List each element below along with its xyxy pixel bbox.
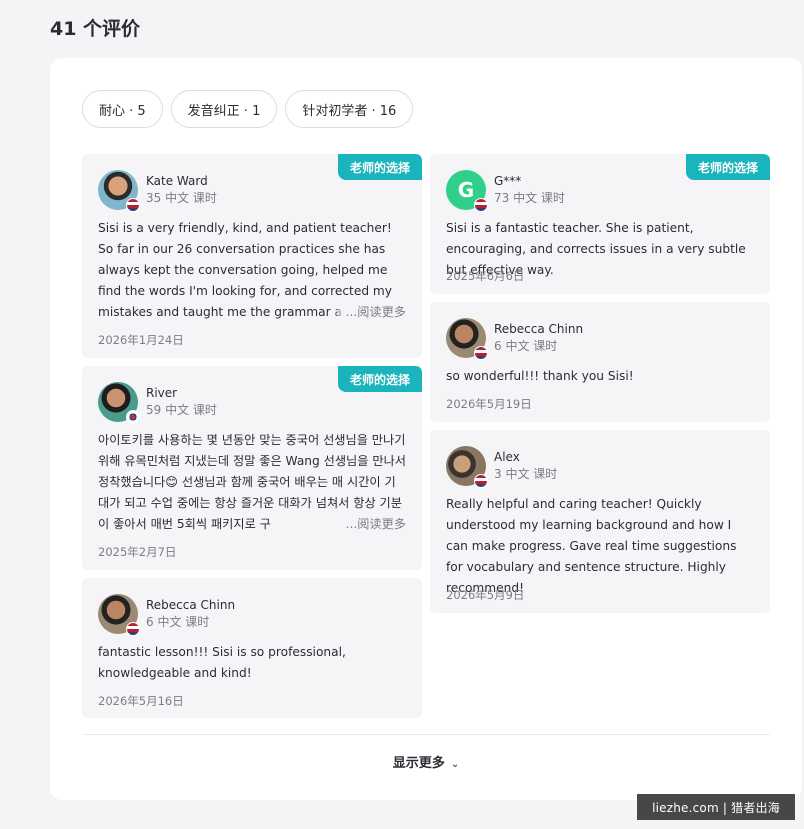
us-flag-icon: [126, 198, 140, 212]
review-card: 老师的选择 G G*** 73 中文 课时 Sisi is a fantasti…: [430, 154, 770, 294]
avatar: G: [446, 170, 488, 212]
avatar: [446, 446, 488, 488]
reviewer: Rebecca Chinn 6 中文 课时: [446, 318, 584, 360]
show-more-button[interactable]: 显示更多 ⌄: [50, 752, 802, 771]
review-card: Alex 3 中文 课时 Really helpful and caring t…: [430, 430, 770, 613]
reviewer-name: River: [146, 386, 178, 400]
lesson-count: 6 中文 课时: [146, 615, 210, 629]
reviewer: Rebecca Chinn 6 中文 课时: [98, 594, 236, 636]
lesson-count: 73 中文 课时: [494, 191, 565, 205]
filter-chip-beginners[interactable]: 针对初学者 · 16: [285, 90, 414, 128]
review-card: 老师的选择 Kate Ward 35 中文 课时 Sisi is a very …: [82, 154, 422, 358]
kr-flag-icon: [126, 410, 140, 424]
avatar: [98, 382, 140, 424]
review-text: so wonderful!!! thank you Sisi!: [446, 369, 634, 383]
reviewer-name: Kate Ward: [146, 174, 208, 188]
review-date: 2026年5月16日: [98, 694, 184, 708]
watermark: liezhe.com | 猎者出海: [637, 794, 795, 820]
review-text: Really helpful and caring teacher! Quick…: [446, 497, 737, 595]
chevron-down-icon: ⌄: [450, 759, 460, 770]
filter-chips: 耐心 · 5 发音纠正 · 1 针对初学者 · 16: [82, 90, 414, 128]
avatar: [98, 170, 140, 212]
us-flag-icon: [126, 622, 140, 636]
show-more-label: 显示更多: [392, 756, 445, 771]
review-date: 2025年2月7日: [98, 545, 177, 559]
reviewer-name: Alex: [494, 450, 520, 464]
us-flag-icon: [474, 474, 488, 488]
review-date: 2026年5月19日: [446, 397, 532, 411]
review-text: fantastic lesson!!! Sisi is so professio…: [98, 645, 346, 680]
review-card: Rebecca Chinn 6 中文 课时 so wonderful!!! th…: [430, 302, 770, 422]
lesson-count: 59 中文 课时: [146, 403, 217, 417]
review-date: 2026年1月24日: [98, 333, 184, 347]
teacher-choice-badge: 老师的选择: [685, 154, 770, 180]
avatar: [446, 318, 488, 360]
teacher-choice-badge: 老师的选择: [337, 366, 422, 392]
review-card: 老师的选择 River 59 中文 课时 아이토키를 사용하는 몇 년동안 맞는…: [82, 366, 422, 570]
review-date: 2026年5月9日: [446, 588, 525, 602]
reviewer: Alex 3 中文 课时: [446, 446, 558, 488]
read-more-link[interactable]: ...阅读更多: [333, 514, 406, 535]
reviewer: G G*** 73 中文 课时: [446, 170, 565, 212]
us-flag-icon: [474, 346, 488, 360]
filter-chip-pronunciation[interactable]: 发音纠正 · 1: [170, 90, 278, 128]
reviews-panel: 耐心 · 5 发音纠正 · 1 针对初学者 · 16 老师的选择 Kate Wa…: [50, 58, 802, 800]
review-card: Rebecca Chinn 6 中文 课时 fantastic lesson!!…: [82, 578, 422, 718]
lesson-count: 35 中文 课时: [146, 191, 217, 205]
avatar: [98, 594, 140, 636]
read-more-link[interactable]: ...阅读更多: [333, 302, 406, 323]
teacher-choice-badge: 老师的选择: [337, 154, 422, 180]
filter-chip-patience[interactable]: 耐心 · 5: [82, 90, 163, 128]
us-flag-icon: [474, 198, 488, 212]
reviewer-name: Rebecca Chinn: [146, 598, 236, 612]
lesson-count: 3 中文 课时: [494, 467, 558, 481]
reviewer: River 59 中文 课时: [98, 382, 217, 424]
avatar-initial: G: [457, 178, 475, 202]
page-title: 41 个评价: [50, 18, 141, 40]
reviewer-name: Rebecca Chinn: [494, 322, 584, 336]
review-date: 2025年6月6日: [446, 269, 525, 283]
reviewer-name: G***: [494, 174, 522, 188]
lesson-count: 6 中文 课时: [494, 339, 558, 353]
reviewer: Kate Ward 35 中文 课时: [98, 170, 217, 212]
divider: [82, 734, 770, 735]
